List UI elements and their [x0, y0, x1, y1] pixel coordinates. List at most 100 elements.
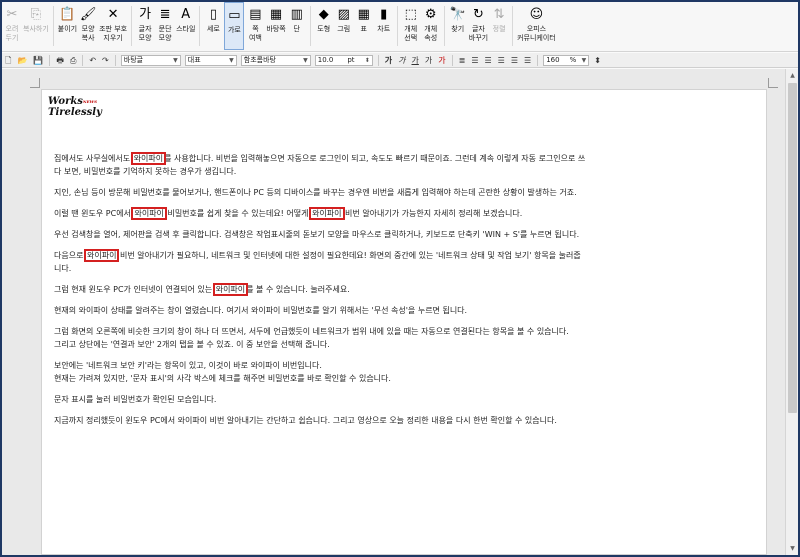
highlighted-keyword: 와이파이 [83, 249, 120, 262]
paragraph: 우선 검색창을 열어, 제어판을 검색 후 클릭합니다. 검색창은 작업표시줄의… [54, 228, 716, 241]
ribbon-button[interactable]: ▯ 세로 [204, 2, 222, 50]
ribbon-label: 스타일 [176, 25, 196, 33]
ribbon-label: 복사하기 [23, 25, 49, 33]
text-run: 그럼 화면의 오른쪽에 비슷한 크기의 창이 하나 더 뜨면서, 서두에 언급했… [54, 327, 569, 336]
undo-icon[interactable]: ↶ [89, 54, 96, 67]
divider [309, 6, 311, 46]
preview-icon[interactable]: ⎙ [70, 54, 76, 67]
text-line: 집에서도 사무실에서도 와이파이를 사용합니다. 비번을 입력해놓으면 자동으로… [54, 152, 716, 165]
divider [443, 6, 445, 46]
ribbon-button[interactable]: ▮ 차트 [375, 2, 393, 50]
text-line: 그럼 현재 윈도우 PC가 인터넷이 연결되어 있는 와이파이를 볼 수 있습니… [54, 283, 716, 296]
paragraph: 현재의 와이파이 상태를 알려주는 창이 열렸습니다. 여기서 와이파이 비밀번… [54, 304, 716, 317]
ribbon-button[interactable]: ≣ 문단 모양 [156, 2, 174, 50]
align-right-icon[interactable]: ☰ [485, 54, 492, 67]
chevron-down-icon: ▼ [173, 56, 178, 64]
document-page[interactable]: WorksNEWS Tirelessly 집에서도 사무실에서도 와이파이를 사… [30, 78, 778, 555]
ribbon-label: 쪽 여백 [248, 25, 262, 42]
ribbon-button[interactable]: ▤ 쪽 여백 [246, 2, 264, 50]
font-value: 함초롬바탕 [243, 56, 276, 64]
strike-icon[interactable]: 가 [425, 54, 432, 67]
ribbon-button[interactable]: 📋 붙이기 [58, 2, 77, 50]
chevron-down-icon: ▼ [303, 56, 308, 64]
ribbon-button[interactable]: ▦ 표 [355, 2, 373, 50]
highlighted-keyword: 와이파이 [130, 152, 167, 165]
ribbon-icon: ✕ [107, 7, 119, 22]
ribbon-label: 조판 부호 지우기 [99, 25, 128, 42]
divider [52, 6, 54, 46]
ribbon-button[interactable]: ↻ 글자 바꾸기 [469, 2, 488, 50]
ribbon-label: 붙이기 [57, 25, 78, 33]
font-lang-select[interactable]: 대표 ▼ [184, 54, 237, 66]
ribbon-button[interactable]: ▦ 바탕쪽 [266, 2, 285, 50]
crop-mark [768, 78, 778, 88]
font-size-input[interactable]: 10.0 pt ⬍ [314, 54, 373, 66]
ribbon-button[interactable]: 🔭 찾기 [449, 2, 467, 50]
paragraph: 그럼 현재 윈도우 PC가 인터넷이 연결되어 있는 와이파이를 볼 수 있습니… [54, 283, 716, 296]
ribbon-icon: ☺ [529, 7, 544, 22]
divider [49, 54, 51, 66]
align-justify-icon[interactable]: ≣ [459, 54, 466, 67]
ribbon-button[interactable]: ⬚ 개체 선택 [402, 2, 420, 50]
save-icon[interactable]: 💾 [33, 54, 43, 67]
paragraph: 문자 표시를 눌러 비밀번호가 확인된 모습입니다. [54, 393, 716, 406]
ribbon-icon: ▯ [209, 7, 217, 22]
ribbon-icon: 🔭 [449, 7, 466, 22]
ribbon-icon: ◆ [318, 7, 329, 22]
chevron-down-icon: ▼ [229, 56, 234, 64]
ribbon-button[interactable]: 🖌 모양 복사 [79, 2, 97, 50]
ribbon-label: 세로 [206, 25, 220, 33]
underline-icon[interactable]: 가 [412, 54, 419, 67]
ribbon-icon: ▥ [290, 7, 303, 22]
font-size-unit: pt [347, 56, 355, 64]
vertical-scrollbar[interactable]: ▲ ▼ [785, 69, 798, 555]
document-body[interactable]: 집에서도 사무실에서도 와이파이를 사용합니다. 비번을 입력해놓으면 자동으로… [54, 152, 716, 435]
stepper-icon[interactable]: ⬍ [365, 57, 370, 64]
divider [199, 6, 201, 46]
ribbon-button[interactable]: ▭ 가로 [224, 2, 245, 50]
font-select[interactable]: 함초롬바탕 ▼ [240, 54, 311, 66]
ribbon-button[interactable]: ✕ 조판 부호 지우기 [99, 2, 127, 50]
ribbon-button[interactable]: ▨ 그림 [335, 2, 353, 50]
ribbon-toolbar: ✂ 오려 두기 ⎘ 복사하기 📋 붙이기 🖌 모양 복사 ✕ 조판 부호 지우기 가 글자 모양 ≣ 문단… [2, 2, 798, 52]
ribbon-button[interactable]: ◆ 도형 [315, 2, 333, 50]
ribbon-button[interactable]: 가 글자 모양 [136, 2, 154, 50]
ribbon-button[interactable]: ⇅ 정렬 [490, 2, 508, 50]
ribbon-button[interactable]: ⎘ 복사하기 [23, 2, 49, 50]
text-run: 지금까지 정리했듯이 윈도우 PC에서 와이파이 비번 알아내기는 간단하고 쉽… [54, 416, 557, 425]
style-select[interactable]: 바탕글 ▼ [120, 54, 181, 66]
ribbon-label: 정렬 [492, 25, 506, 33]
ribbon-icon: ▤ [249, 7, 262, 22]
scroll-up-icon[interactable]: ▲ [788, 71, 797, 80]
ribbon-button[interactable]: ▥ 단 [288, 2, 306, 50]
ribbon-icon: ⬚ [404, 7, 417, 22]
highlighted-keyword: 와이파이 [212, 283, 249, 296]
highlighted-keyword: 와이파이 [309, 207, 345, 220]
text-run: 를 사용합니다. 비번을 입력해놓으면 자동으로 로그인이 되고, 속도도 빠르… [164, 154, 586, 163]
open-icon[interactable]: 📂 [17, 54, 27, 67]
align-left-icon[interactable]: ☰ [471, 54, 478, 67]
ribbon-label: 글자 모양 [138, 25, 152, 42]
zoom-select[interactable]: 160 % ▼ [543, 54, 590, 66]
text-line: 현재의 와이파이 상태를 알려주는 창이 열렸습니다. 여기서 와이파이 비밀번… [54, 304, 716, 317]
align-center-icon[interactable]: ☰ [498, 54, 505, 67]
redo-icon[interactable]: ↷ [102, 54, 109, 67]
italic-icon[interactable]: 가 [398, 54, 405, 67]
divide-icon[interactable]: ☰ [524, 54, 531, 67]
ribbon-button[interactable]: ☺ 오피스 커뮤니케이터 [517, 2, 556, 50]
new-doc-icon[interactable]: 🗋 [5, 54, 11, 67]
ribbon-icon: ↻ [472, 7, 484, 22]
scroll-thumb[interactable] [788, 83, 797, 413]
bold-icon[interactable]: 가 [385, 54, 392, 67]
zoom-stepper-icon[interactable]: ⬍ [594, 54, 601, 67]
scroll-down-icon[interactable]: ▼ [788, 544, 797, 553]
print-icon[interactable]: 🖶 [56, 54, 64, 67]
ribbon-icon: ▦ [357, 7, 370, 22]
ribbon-button[interactable]: ✂ 오려 두기 [3, 2, 21, 50]
font-color-icon[interactable]: 가 [438, 54, 445, 67]
ribbon-button[interactable]: A 스타일 [176, 2, 195, 50]
ribbon-button[interactable]: ⚙ 개체 속성 [422, 2, 440, 50]
distribute-icon[interactable]: ☰ [511, 54, 518, 67]
logo-line1: Works [48, 96, 83, 107]
text-run: 니다. [54, 264, 72, 273]
